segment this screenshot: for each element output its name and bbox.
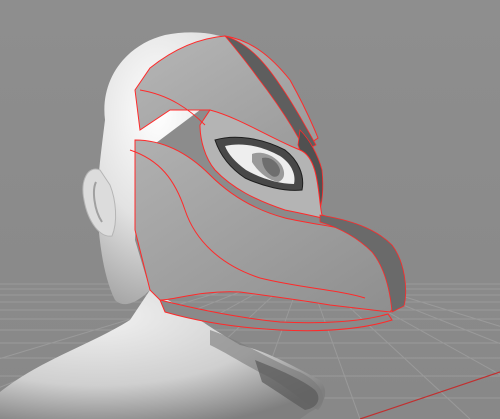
3d-viewport[interactable] bbox=[0, 0, 500, 419]
viewport-canvas[interactable] bbox=[0, 0, 500, 419]
